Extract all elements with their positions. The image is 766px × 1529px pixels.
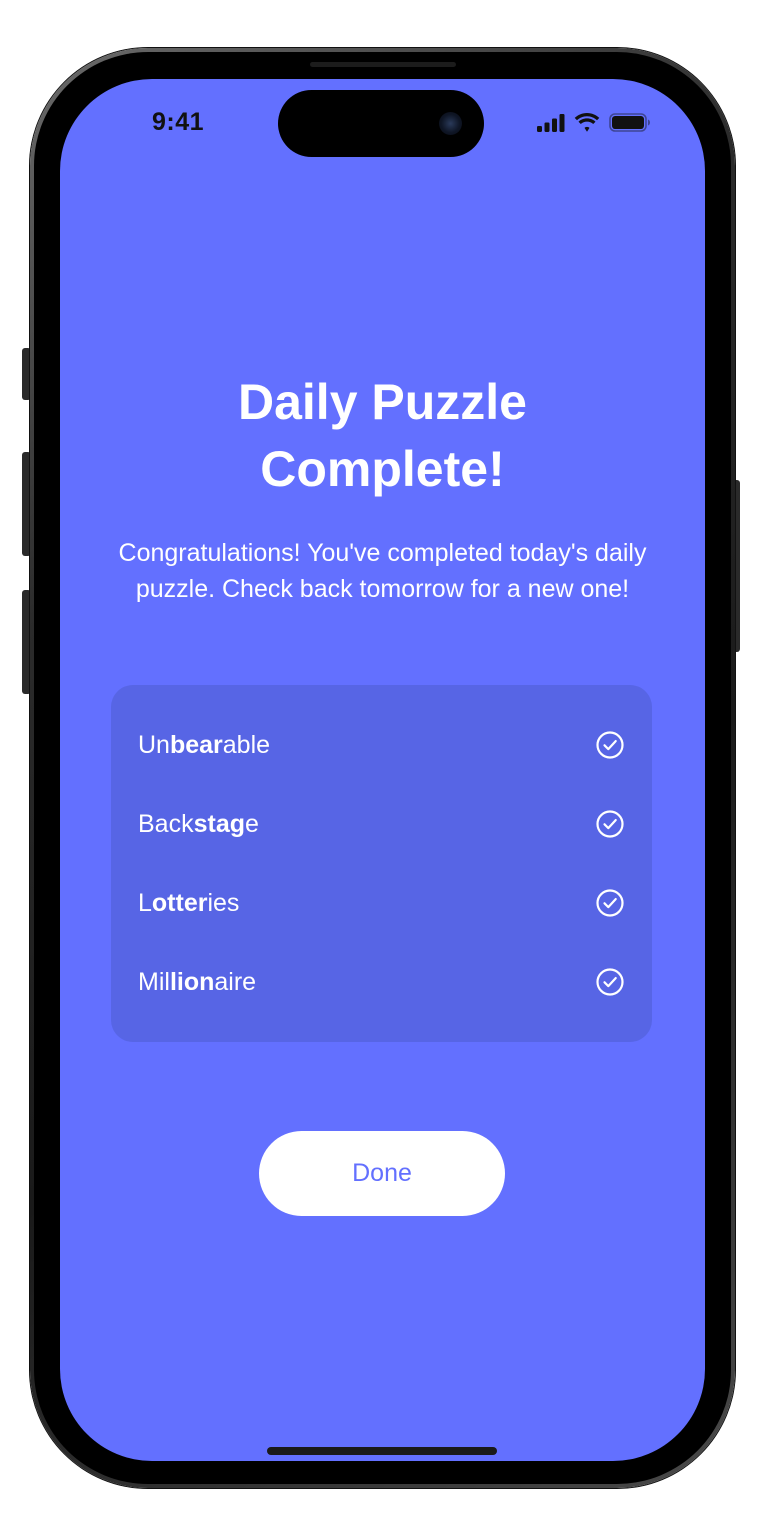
device-mockup: 9:41 Daily Puzzle Complete! Congratulati… (0, 0, 766, 1529)
list-item: Unbearable (138, 725, 625, 765)
wifi-icon (574, 113, 600, 132)
check-circle-icon (596, 968, 624, 996)
dynamic-island (278, 90, 484, 157)
check-circle-icon (596, 731, 624, 759)
phone-screen: 9:41 Daily Puzzle Complete! Congratulati… (60, 79, 705, 1461)
hidden-word: bear (169, 730, 223, 759)
word-label: Millionaire (138, 967, 257, 996)
check-circle-icon (596, 810, 624, 838)
battery-icon (609, 113, 650, 132)
status-icons (537, 113, 651, 132)
status-time: 9:41 (152, 108, 205, 136)
word-label: Backstage (138, 809, 259, 838)
earpiece-speaker (310, 62, 456, 67)
congratulations-message: Congratulations! You've completed today'… (118, 539, 647, 603)
word-label: Lotteries (138, 888, 240, 917)
title-line-2: Complete! (260, 441, 505, 497)
done-button[interactable]: Done (259, 1131, 505, 1216)
solved-words-list: Unbearable Backstage Lotteries Millionai… (111, 685, 652, 1042)
list-item: Backstage (138, 804, 625, 844)
hidden-word: stag (193, 809, 245, 838)
list-item: Lotteries (138, 883, 625, 923)
hidden-word: lion (169, 967, 215, 996)
home-indicator[interactable] (267, 1447, 497, 1455)
front-camera-icon (439, 112, 462, 135)
title-line-1: Daily Puzzle (238, 374, 527, 430)
list-item: Millionaire (138, 962, 625, 1002)
word-label: Unbearable (138, 730, 271, 759)
hidden-word: otter (151, 888, 208, 917)
check-circle-icon (596, 889, 624, 917)
page-title: Daily Puzzle Complete! (60, 369, 705, 503)
cellular-signal-icon (537, 113, 565, 132)
